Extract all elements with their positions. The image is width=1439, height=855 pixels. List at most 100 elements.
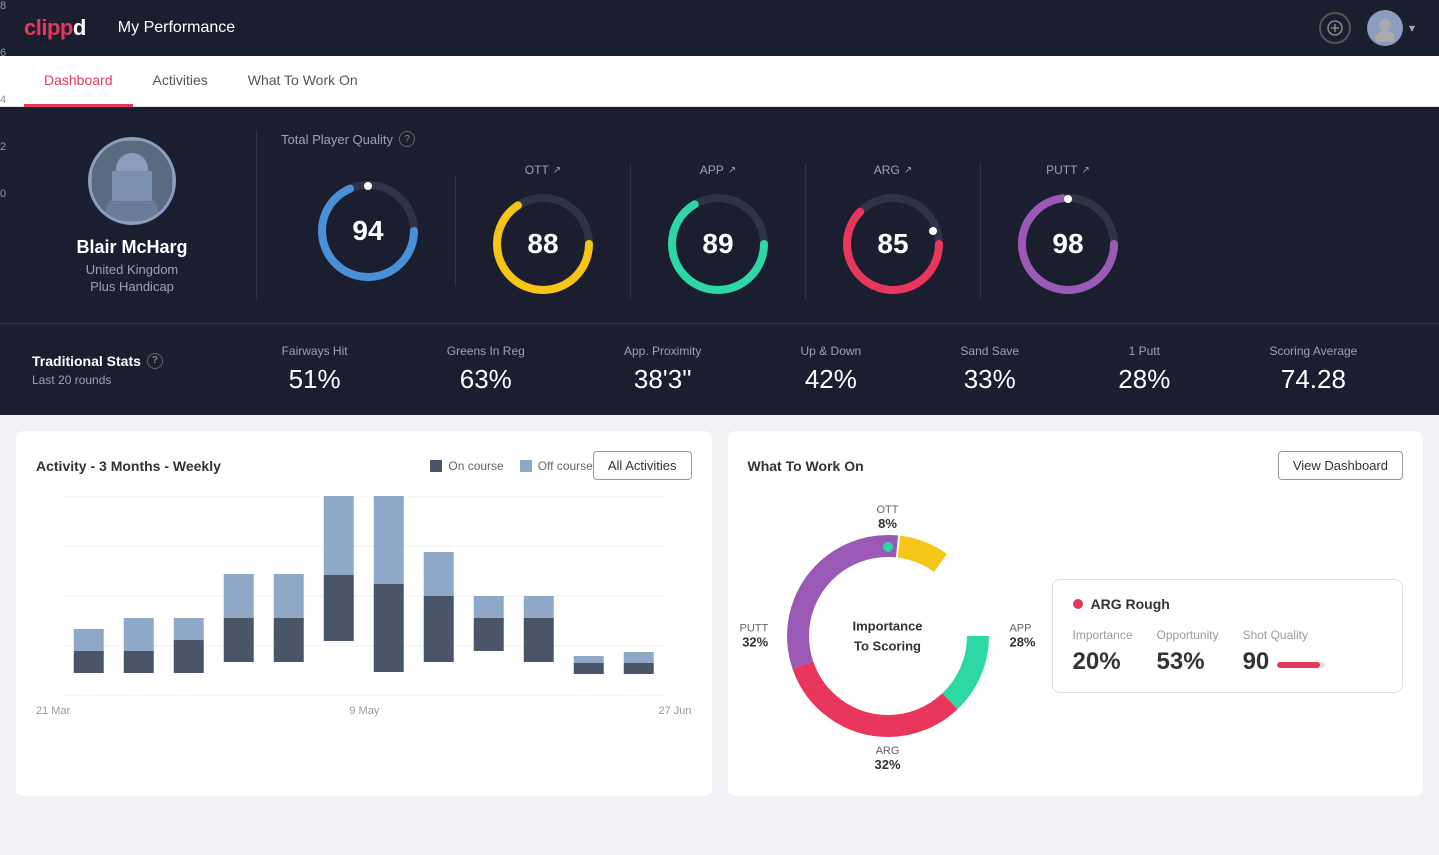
chart-body: 0 2 4 6 8: [36, 496, 692, 717]
tpq-label: Total Player Quality ?: [281, 131, 1407, 147]
stat-1putt: 1 Putt 28%: [1118, 344, 1170, 395]
activity-panel: Activity - 3 Months - Weekly On course O…: [16, 431, 712, 796]
ott-gauge: 88: [488, 189, 598, 299]
app-gauge: 89: [663, 189, 773, 299]
stats-row: Traditional Stats ? Last 20 rounds Fairw…: [0, 323, 1439, 415]
stat-updown: Up & Down 42%: [801, 344, 862, 395]
tab-what-to-work-on[interactable]: What To Work On: [228, 56, 378, 107]
all-activities-button[interactable]: All Activities: [593, 451, 692, 480]
y-label-6: 6: [0, 47, 20, 59]
arg-gauge: 85: [838, 189, 948, 299]
tab-dashboard[interactable]: Dashboard: [24, 56, 133, 107]
y-axis-labels: 0 2 4 6 8: [0, 0, 20, 220]
x-label-mar: 21 Mar: [36, 705, 70, 717]
bottom-section: Activity - 3 Months - Weekly On course O…: [0, 415, 1439, 812]
app-trend-icon: ↗: [728, 165, 736, 176]
chart-header: Activity - 3 Months - Weekly On course O…: [36, 451, 692, 480]
stat-greens: Greens In Reg 63%: [447, 344, 525, 395]
ott-trend-icon: ↗: [553, 165, 561, 176]
logo: clippd: [24, 15, 86, 41]
avatar: [1367, 10, 1403, 46]
shot-quality-bar-fill: [1277, 662, 1320, 668]
scores-section: Total Player Quality ? 94 OTT: [281, 131, 1407, 299]
what-to-work-on-panel: What To Work On View Dashboard: [728, 431, 1424, 796]
y-label-0: 0: [0, 188, 20, 200]
putt-trend-icon: ↗: [1081, 165, 1089, 176]
dropdown-chevron: ▾: [1409, 21, 1415, 35]
detail-section: ARG Rough Importance 20% Opportunity 53%…: [1052, 579, 1404, 693]
stats-subtitle: Last 20 rounds: [32, 373, 232, 387]
work-content: ImportanceTo Scoring OTT 8% APP 28% ARG …: [748, 496, 1404, 776]
stats-help-icon[interactable]: ?: [147, 353, 163, 369]
tpq-gauge: 94: [313, 176, 423, 286]
off-course-dot: [520, 460, 532, 472]
putt-card: PUTT ↗ 98: [981, 163, 1155, 299]
tpq-card: 94: [281, 176, 456, 286]
tab-activities[interactable]: Activities: [133, 56, 228, 107]
ott-donut-label: OTT 8%: [877, 504, 899, 531]
work-header: What To Work On View Dashboard: [748, 451, 1404, 480]
tabs: Dashboard Activities What To Work On: [0, 56, 1439, 107]
section-divider: [256, 131, 257, 299]
arg-donut-label: ARG 32%: [874, 745, 900, 772]
player-info: Blair McHarg United Kingdom Plus Handica…: [32, 137, 232, 294]
view-dashboard-button[interactable]: View Dashboard: [1278, 451, 1403, 480]
x-label-jun: 27 Jun: [658, 705, 691, 717]
player-avatar: [88, 137, 176, 225]
help-icon[interactable]: ?: [399, 131, 415, 147]
detail-importance: Importance 20%: [1073, 628, 1133, 676]
stat-proximity: App. Proximity 38'3": [624, 344, 701, 395]
legend-on-course: On course: [430, 459, 503, 473]
chart-legend: On course Off course: [430, 459, 593, 473]
ott-card: OTT ↗ 88: [456, 163, 631, 299]
topbar: clippd My Performance ▾: [0, 0, 1439, 56]
ott-value: 88: [527, 228, 558, 260]
putt-value: 98: [1052, 228, 1083, 260]
arg-label: ARG ↗: [874, 163, 912, 177]
y-label-8: 8: [0, 0, 20, 12]
putt-label: PUTT ↗: [1046, 163, 1090, 177]
y-label-2: 2: [0, 141, 20, 153]
app-label: APP ↗: [700, 163, 736, 177]
app-card: APP ↗ 89: [631, 163, 806, 299]
user-menu-button[interactable]: ▾: [1367, 10, 1415, 46]
add-button[interactable]: [1319, 12, 1351, 44]
x-axis-labels: 21 Mar 9 May 27 Jun: [36, 701, 692, 717]
stat-sandsave: Sand Save 33%: [960, 344, 1019, 395]
work-detail-card: ARG Rough Importance 20% Opportunity 53%…: [1052, 579, 1404, 693]
stats-title: Traditional Stats ?: [32, 353, 232, 369]
bar-chart-svg: [36, 496, 692, 696]
putt-gauge: 98: [1013, 189, 1123, 299]
player-country: United Kingdom: [86, 262, 179, 277]
app-donut-label: APP 28%: [1009, 623, 1035, 650]
on-course-dot: [430, 460, 442, 472]
ott-label: OTT ↗: [525, 163, 561, 177]
detail-shot-quality: Shot Quality 90: [1243, 628, 1326, 676]
x-label-may: 9 May: [349, 705, 379, 717]
detail-opportunity: Opportunity 53%: [1157, 628, 1219, 676]
arg-value: 85: [877, 228, 908, 260]
donut-center-text: ImportanceTo Scoring: [852, 617, 922, 656]
score-cards: 94 OTT ↗ 88 AP: [281, 163, 1407, 299]
work-title: What To Work On: [748, 458, 1278, 474]
stats-label: Traditional Stats ? Last 20 rounds: [32, 353, 232, 387]
player-name: Blair McHarg: [76, 237, 187, 258]
red-dot-icon: [1073, 599, 1083, 609]
stats-items: Fairways Hit 51% Greens In Reg 63% App. …: [232, 344, 1407, 395]
chart-title: Activity - 3 Months - Weekly: [36, 458, 430, 474]
hero-section: Blair McHarg United Kingdom Plus Handica…: [0, 107, 1439, 323]
arg-card: ARG ↗ 85: [806, 163, 981, 299]
chart-content: 21 Mar 9 May 27 Jun: [36, 496, 692, 717]
donut-chart: ImportanceTo Scoring OTT 8% APP 28% ARG …: [748, 496, 1028, 776]
app-value: 89: [702, 228, 733, 260]
detail-title: ARG Rough: [1073, 596, 1383, 612]
putt-donut-label: PUTT 32%: [740, 623, 769, 650]
shot-quality-bar: [1277, 662, 1325, 668]
detail-stats: Importance 20% Opportunity 53% Shot Qual…: [1073, 628, 1383, 676]
y-label-4: 4: [0, 94, 20, 106]
player-handicap: Plus Handicap: [90, 279, 174, 294]
tpq-value: 94: [352, 215, 383, 247]
topbar-actions: ▾: [1319, 10, 1415, 46]
stat-scoring: Scoring Average 74.28: [1270, 344, 1358, 395]
topbar-title: My Performance: [118, 19, 1319, 37]
